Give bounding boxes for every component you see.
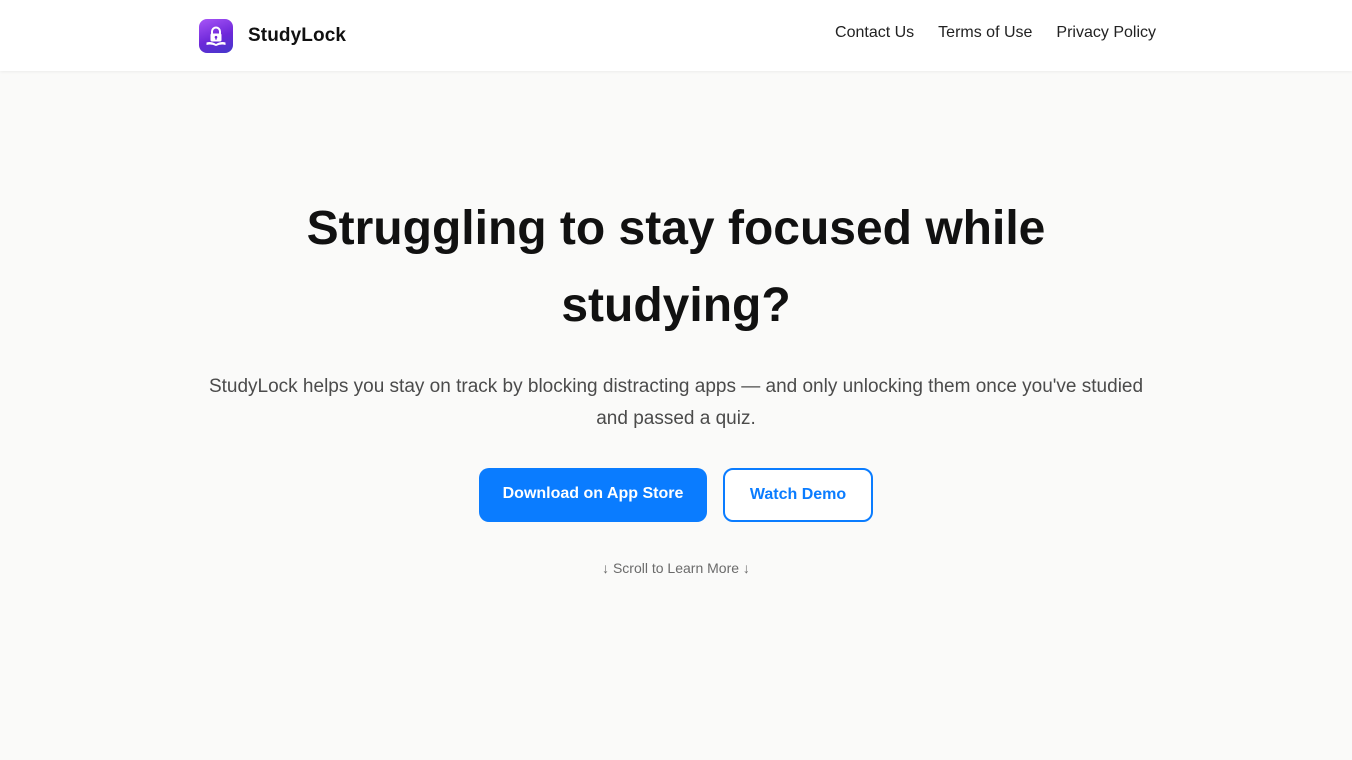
lock-book-icon <box>199 19 233 53</box>
header-nav: Contact Us Terms of Use Privacy Policy <box>835 24 1156 42</box>
brand-name: StudyLock <box>248 25 347 46</box>
watch-demo-button[interactable]: Watch Demo <box>723 468 873 522</box>
download-app-store-button[interactable]: Download on App Store <box>479 468 707 522</box>
nav-contact-us[interactable]: Contact Us <box>835 24 914 42</box>
top-navbar: StudyLock Contact Us Terms of Use Privac… <box>0 0 1352 71</box>
nav-terms-of-use[interactable]: Terms of Use <box>938 24 1032 42</box>
hero-buttons: Download on App Store Watch Demo <box>0 468 1352 522</box>
hero-subtitle: StudyLock helps you stay on track by blo… <box>208 376 1144 429</box>
brand-home-link[interactable]: StudyLock <box>199 19 346 53</box>
hero-section: Struggling to stay focused while studyin… <box>0 71 1352 576</box>
nav-privacy-policy[interactable]: Privacy Policy <box>1056 24 1156 42</box>
hero-headline: Struggling to stay focused while studyin… <box>306 202 1046 332</box>
scroll-hint: ↓ Scroll to Learn More ↓ <box>602 560 750 576</box>
